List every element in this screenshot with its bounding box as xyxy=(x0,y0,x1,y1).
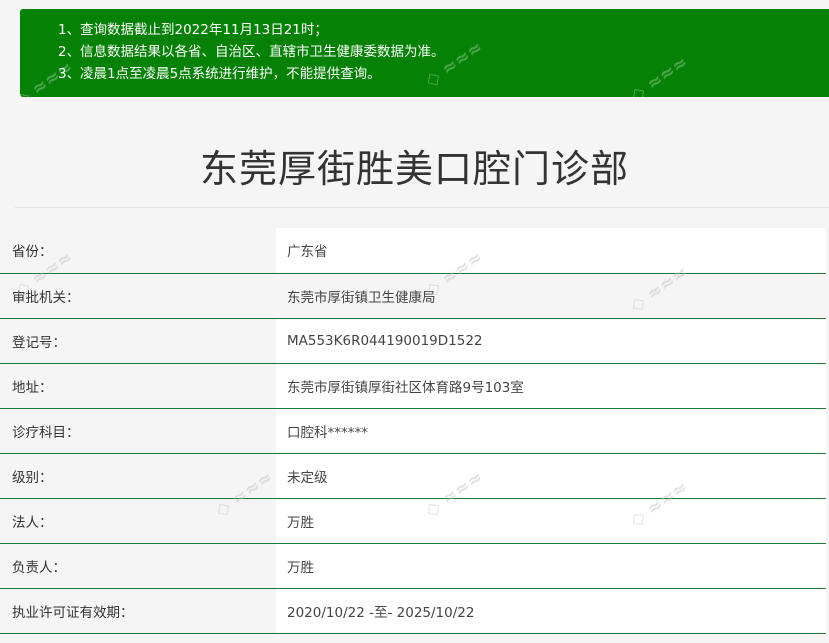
table-row-address: 地址： 东莞市厚街镇厚街社区体育路9号103室 xyxy=(0,363,826,409)
row-label: 地址： xyxy=(0,363,276,409)
table-row-registration-number: 登记号： MA553K6R044190019D1522 xyxy=(0,318,826,364)
row-value: 口腔科****** xyxy=(276,408,826,454)
notice-item-number: 1、 xyxy=(58,22,81,38)
table-row-license-validity: 执业许可证有效期： 2020/10/22 -至- 2025/10/22 xyxy=(0,588,826,634)
notice-item-text: 查询数据截止到2022年11月13日21时； xyxy=(80,22,328,38)
notice-item: 1、查询数据截止到2022年11月13日21时； xyxy=(58,19,829,41)
table-row-approval-authority: 审批机关： 东莞市厚街镇卫生健康局 xyxy=(0,273,826,319)
table-row-legal-person: 法人： 万胜 xyxy=(0,498,826,544)
row-value: 东莞市厚街镇厚街社区体育路9号103室 xyxy=(276,363,826,409)
row-label: 级别： xyxy=(0,453,276,499)
title-divider xyxy=(15,207,829,208)
row-label: 诊疗科目： xyxy=(0,408,276,454)
row-value: 未定级 xyxy=(276,453,826,499)
row-value: 万胜 xyxy=(276,543,826,589)
page-title: 东莞厚街胜美口腔门诊部 xyxy=(199,147,629,191)
row-value: MA553K6R044190019D1522 xyxy=(276,318,826,364)
row-label: 法人： xyxy=(0,498,276,544)
table-row-person-in-charge: 负责人： 万胜 xyxy=(0,543,826,589)
notice-item-number: 2、 xyxy=(58,44,81,60)
row-value: 万胜 xyxy=(276,498,826,544)
table-row-departments: 诊疗科目： 口腔科****** xyxy=(0,408,826,454)
notice-item-text: 信息数据结果以各省、自治区、直辖市卫生健康委数据为准。 xyxy=(80,44,445,60)
notice-item: 3、凌晨1点至凌晨5点系统进行维护，不能提供查询。 xyxy=(58,63,829,85)
notice-item-text: 凌晨1点至凌晨5点系统进行维护，不能提供查询。 xyxy=(80,66,381,82)
clinic-info-table: 省份： 广东省 审批机关： 东莞市厚街镇卫生健康局 登记号： MA553K6R0… xyxy=(0,228,826,634)
table-row-province: 省份： 广东省 xyxy=(0,228,826,274)
row-label: 负责人： xyxy=(0,543,276,589)
page: 1、查询数据截止到2022年11月13日21时； 2、信息数据结果以各省、自治区… xyxy=(0,0,829,643)
notice-item-number: 3、 xyxy=(58,66,81,82)
row-label: 登记号： xyxy=(0,318,276,364)
row-label: 审批机关： xyxy=(0,273,276,319)
row-label: 省份： xyxy=(0,228,276,274)
row-label: 执业许可证有效期： xyxy=(0,588,276,634)
row-value: 2020/10/22 -至- 2025/10/22 xyxy=(276,588,826,634)
row-value: 东莞市厚街镇卫生健康局 xyxy=(276,273,826,319)
notice-item: 2、信息数据结果以各省、自治区、直辖市卫生健康委数据为准。 xyxy=(58,41,829,63)
notice-banner: 1、查询数据截止到2022年11月13日21时； 2、信息数据结果以各省、自治区… xyxy=(20,9,829,97)
row-value: 广东省 xyxy=(276,228,826,274)
table-row-level: 级别： 未定级 xyxy=(0,453,826,499)
